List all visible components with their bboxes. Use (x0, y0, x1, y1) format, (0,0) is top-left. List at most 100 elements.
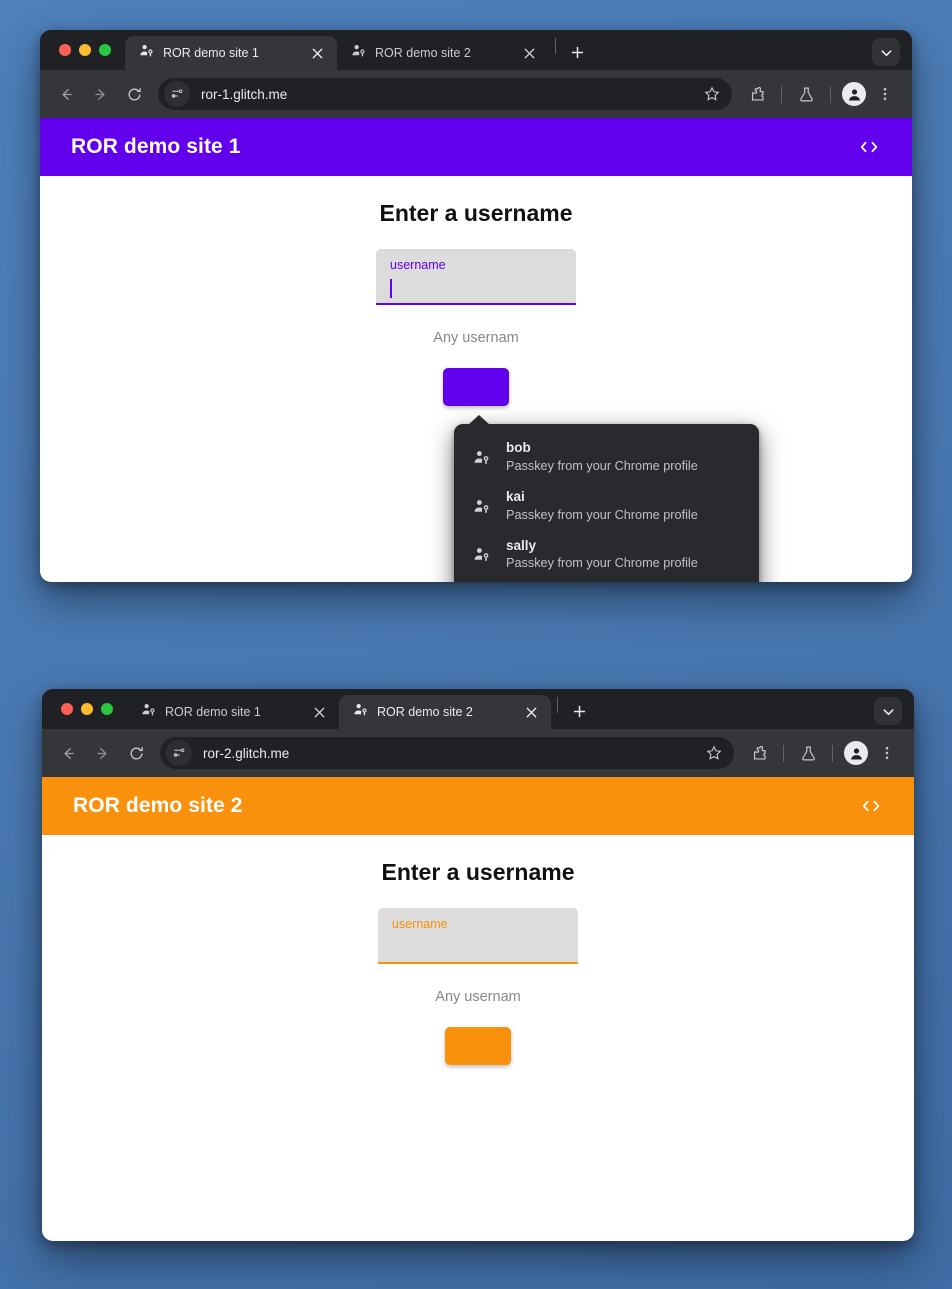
minimize-window-button[interactable] (81, 703, 93, 715)
person-key-icon (353, 702, 368, 722)
extensions-puzzle-icon[interactable] (742, 79, 772, 109)
toolbar-window-1: ror-1.glitch.me (40, 70, 912, 118)
traffic-lights-window-1 (40, 30, 125, 70)
back-button[interactable] (52, 737, 84, 769)
forward-button[interactable] (86, 737, 118, 769)
page-viewport-window-2: ROR demo site 2 Enter a username usernam… (42, 777, 914, 1241)
page-content: Enter a username username Any usernam (40, 176, 912, 406)
tab-ror-demo-site-2[interactable]: ROR demo site 2 (339, 695, 551, 729)
extensions-puzzle-icon[interactable] (744, 738, 774, 768)
toolbar-divider (830, 85, 831, 103)
page-title: ROR demo site 1 (71, 135, 241, 158)
submit-button[interactable] (445, 1027, 511, 1065)
omnibox[interactable]: ror-1.glitch.me (158, 78, 732, 110)
avatar[interactable] (844, 741, 868, 765)
reload-button[interactable] (120, 737, 152, 769)
passkey-option-kai[interactable]: kai Passkey from your Chrome profile (454, 482, 759, 531)
helper-text: Any usernam (435, 989, 521, 1005)
passkey-name: sally (506, 537, 537, 553)
close-icon[interactable] (309, 702, 329, 722)
username-field-underline (376, 302, 576, 305)
traffic-lights-window-2 (42, 689, 127, 729)
site-appbar: ROR demo site 1 (40, 118, 912, 176)
new-tab-button[interactable] (564, 39, 590, 65)
site-appbar: ROR demo site 2 (42, 777, 914, 835)
popup-arrow (468, 415, 490, 425)
text-caret (390, 279, 392, 298)
tune-icon[interactable] (166, 740, 192, 766)
tab-title: ROR demo site 2 (377, 705, 473, 719)
passkey-option-sally[interactable]: sally Passkey from your Chrome profile (454, 531, 759, 580)
flask-icon[interactable] (791, 79, 821, 109)
page-viewport-window-1: ROR demo site 1 Enter a username usernam… (40, 118, 912, 582)
person-key-icon (471, 496, 491, 516)
passkey-subtitle: Passkey from your Chrome profile (506, 507, 698, 522)
close-window-button[interactable] (61, 703, 73, 715)
tab-ror-demo-site-2[interactable]: ROR demo site 2 (337, 36, 549, 70)
username-field-label: username (390, 258, 446, 272)
person-key-icon (471, 447, 491, 467)
passkey-name: kai (506, 488, 525, 504)
username-field-label: username (392, 917, 448, 931)
close-icon[interactable] (519, 43, 539, 63)
browser-window-1: ROR demo site 1 ROR demo site 2 ror-1.gl… (40, 30, 912, 582)
browser-window-2: ROR demo site 1 ROR demo site 2 ror-2.gl… (42, 689, 914, 1241)
tab-divider (557, 696, 558, 713)
code-brackets-icon[interactable] (859, 798, 883, 814)
reload-button[interactable] (118, 78, 150, 110)
tab-title: ROR demo site 1 (165, 705, 261, 719)
tab-title: ROR demo site 2 (375, 46, 471, 60)
helper-text: Any usernam (433, 330, 519, 346)
star-icon[interactable] (700, 739, 728, 767)
username-field-underline (378, 961, 578, 964)
text-caret (392, 938, 394, 957)
omnibox[interactable]: ror-2.glitch.me (160, 737, 734, 769)
search-tabs-button[interactable] (874, 697, 902, 725)
tab-ror-demo-site-1[interactable]: ROR demo site 1 (125, 36, 337, 70)
three-dot-menu-icon[interactable] (870, 79, 900, 109)
tab-title: ROR demo site 1 (163, 46, 259, 60)
maximize-window-button[interactable] (99, 44, 111, 56)
tab-strip-window-2: ROR demo site 1 ROR demo site 2 (42, 689, 914, 729)
maximize-window-button[interactable] (101, 703, 113, 715)
person-key-icon (351, 43, 366, 63)
close-icon[interactable] (521, 702, 541, 722)
search-tabs-button[interactable] (872, 38, 900, 66)
minimize-window-button[interactable] (79, 44, 91, 56)
use-a-different-passkey-option[interactable]: Use a different passkey (454, 579, 759, 582)
forward-button[interactable] (84, 78, 116, 110)
toolbar-window-2: ror-2.glitch.me (42, 729, 914, 777)
close-icon[interactable] (307, 43, 327, 63)
star-icon[interactable] (698, 80, 726, 108)
passkey-subtitle: Passkey from your Chrome profile (506, 556, 698, 571)
close-window-button[interactable] (59, 44, 71, 56)
new-tab-button[interactable] (566, 698, 592, 724)
url-text[interactable]: ror-1.glitch.me (201, 87, 698, 102)
person-key-icon (471, 545, 491, 565)
toolbar-divider (781, 85, 782, 103)
username-field[interactable]: username (376, 249, 576, 305)
back-button[interactable] (50, 78, 82, 110)
person-key-icon (139, 43, 154, 63)
flask-icon[interactable] (793, 738, 823, 768)
url-text[interactable]: ror-2.glitch.me (203, 746, 700, 761)
page-heading: Enter a username (379, 200, 573, 226)
tab-ror-demo-site-1[interactable]: ROR demo site 1 (127, 695, 339, 729)
passkey-name: bob (506, 440, 531, 455)
username-field[interactable]: username (378, 908, 578, 964)
page-heading: Enter a username (381, 859, 575, 885)
tab-divider (555, 37, 556, 54)
tab-strip-window-1: ROR demo site 1 ROR demo site 2 (40, 30, 912, 70)
passkey-autofill-popup-window-1: bob Passkey from your Chrome profile kai… (454, 415, 759, 582)
page-title: ROR demo site 2 (73, 794, 243, 817)
tune-icon[interactable] (164, 81, 190, 107)
toolbar-divider (832, 744, 833, 762)
submit-button[interactable] (443, 368, 509, 406)
passkey-subtitle: Passkey from your Chrome profile (506, 458, 698, 473)
three-dot-menu-icon[interactable] (872, 738, 902, 768)
passkey-option-bob[interactable]: bob Passkey from your Chrome profile (454, 433, 759, 482)
person-key-icon (141, 702, 156, 722)
toolbar-divider (783, 744, 784, 762)
code-brackets-icon[interactable] (857, 139, 881, 155)
avatar[interactable] (842, 82, 866, 106)
